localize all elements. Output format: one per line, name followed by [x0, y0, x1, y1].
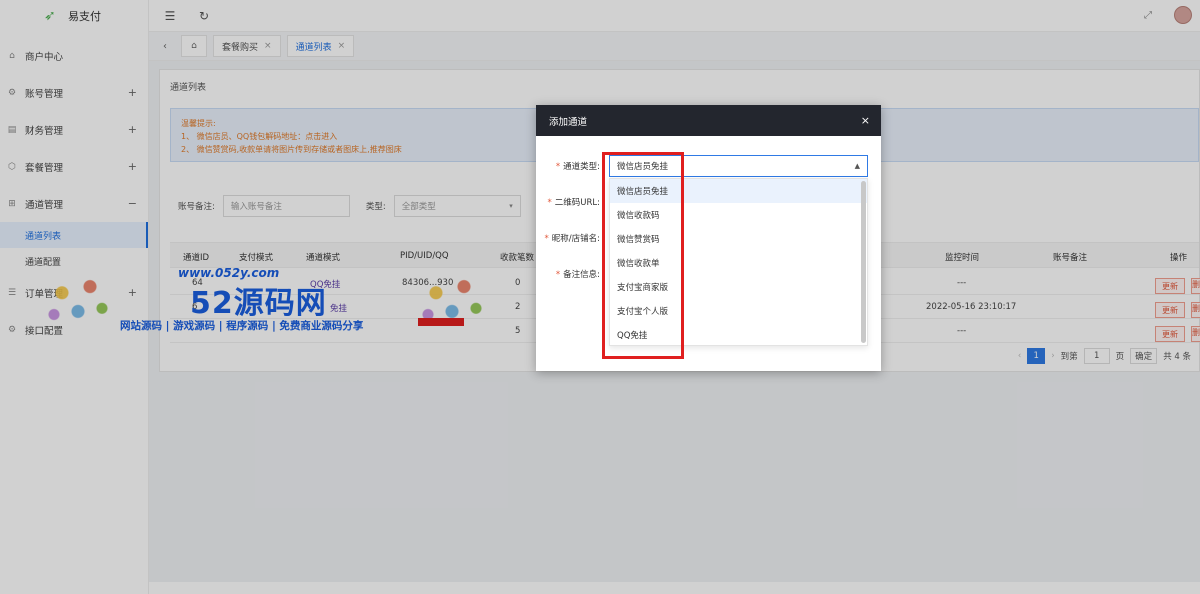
required-mark: *	[547, 198, 552, 208]
label-text: 通道类型:	[563, 162, 600, 172]
dropdown-scrollbar[interactable]	[861, 181, 866, 343]
modal-header: 添加通道 ×	[536, 105, 881, 136]
nickname-label: * 昵称/店铺名:	[545, 232, 600, 244]
close-icon[interactable]: ×	[861, 114, 870, 127]
required-mark: *	[544, 234, 549, 244]
highlight-annotation-box	[602, 152, 684, 359]
required-mark: *	[555, 270, 561, 280]
channel-type-label: * 通道类型:	[556, 160, 600, 172]
modal-title: 添加通道	[549, 116, 588, 128]
label-text: 备注信息:	[563, 270, 600, 280]
remark-label: * 备注信息:	[556, 268, 600, 280]
qr-url-label: * 二维码URL:	[548, 196, 600, 208]
caret-up-icon: ▲	[854, 162, 860, 170]
label-text: 二维码URL:	[554, 198, 600, 208]
label-text: 昵称/店铺名:	[551, 234, 600, 244]
add-channel-modal: 添加通道 × * 通道类型: * 二维码URL: * 昵称/店铺名: * 备注信息: 微…	[536, 105, 881, 371]
required-mark: *	[555, 162, 561, 172]
